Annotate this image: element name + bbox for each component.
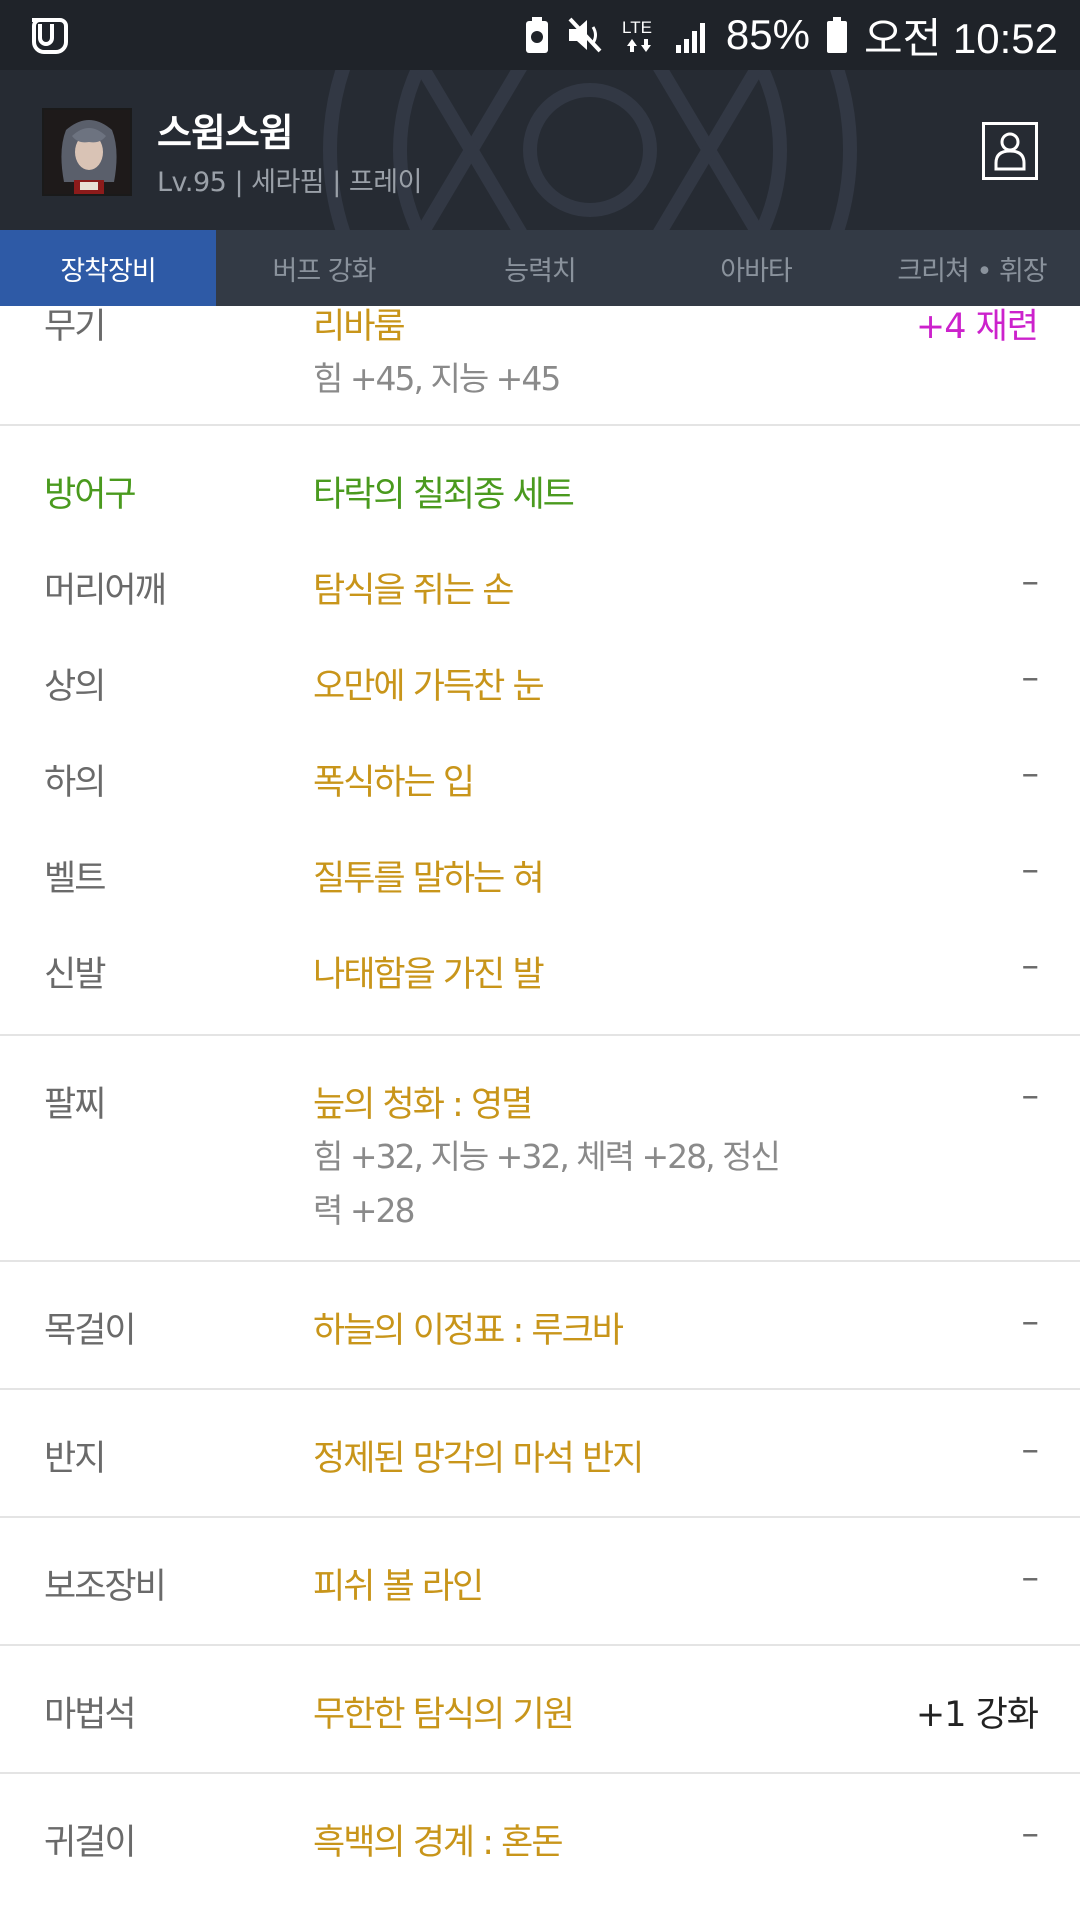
slot-label: 신발: [44, 955, 106, 995]
enhance-value: –: [1021, 658, 1039, 698]
item-name: 리바룸: [313, 307, 406, 347]
character-header: 스윔스윔 Lv.95 | 세라핌 | 프레이: [0, 70, 1080, 230]
list-item[interactable]: 마법석 무한한 탐식의 기원 +1 강화: [0, 1660, 1080, 1756]
battery-icon: [826, 15, 848, 55]
ring-section: 반지 정제된 망각의 마석 반지 –: [0, 1390, 1080, 1518]
slot-label: 팔찌: [44, 1085, 106, 1125]
refine-value: +4 재련: [915, 307, 1039, 347]
slot-label: 무기: [44, 307, 106, 347]
character-avatar: [42, 108, 132, 196]
item-name: 질투를 말하는 혀: [313, 859, 545, 899]
lte-icon: LTE: [620, 15, 658, 55]
profile-button[interactable]: [982, 122, 1038, 180]
item-name: 피쉬 볼 라인: [313, 1567, 484, 1607]
enhance-value: –: [1021, 946, 1039, 986]
list-item[interactable]: 신발 나태함을 가진 발 –: [0, 920, 1080, 1016]
tab-creature-emblem[interactable]: 크리쳐 • 휘장: [864, 230, 1080, 306]
list-item[interactable]: 벨트 질투를 말하는 혀 –: [0, 824, 1080, 920]
item-name: 나태함을 가진 발: [313, 955, 545, 995]
tab-equipment[interactable]: 장착장비: [0, 230, 216, 306]
set-name: 타락의 칠죄종 세트: [313, 475, 575, 515]
tab-stats[interactable]: 능력치: [432, 230, 648, 306]
signal-icon: [674, 15, 710, 55]
bracelet-section: 팔찌 늪의 청화 : 영멸 – 힘 +32, 지능 +32, 체력 +28, 정…: [0, 1036, 1080, 1262]
slot-label: 마법석: [44, 1695, 137, 1735]
slot-label: 머리어깨: [44, 571, 167, 611]
necklace-section: 목걸이 하늘의 이정표 : 루크바 –: [0, 1262, 1080, 1390]
item-name: 오만에 가득찬 눈: [313, 667, 545, 707]
character-name: 스윔스윔: [157, 111, 294, 155]
list-item[interactable]: 방어구 타락의 칠죄종 세트: [0, 440, 1080, 536]
enhance-value: –: [1021, 1302, 1039, 1342]
sub-equip-section: 보조장비 피쉬 볼 라인 –: [0, 1518, 1080, 1646]
slot-label: 하의: [44, 763, 106, 803]
item-name: 폭식하는 입: [313, 763, 475, 803]
enhance-value: –: [1021, 562, 1039, 602]
slot-label: 반지: [44, 1439, 106, 1479]
item-name: 탐식을 쥐는 손: [313, 571, 514, 611]
enhance-value: –: [1021, 850, 1039, 890]
enhance-value: –: [1021, 1558, 1039, 1598]
person-icon: [994, 132, 1026, 171]
slot-label: 목걸이: [44, 1311, 137, 1351]
slot-label: 보조장비: [44, 1567, 167, 1607]
weapon-section: 무기 리바룸 +4 재련 힘 +45, 지능 +45: [0, 306, 1080, 426]
recycle-battery-icon: [524, 15, 550, 55]
enhance-value: –: [1021, 1076, 1039, 1116]
list-item[interactable]: 귀걸이 흑백의 경계 : 혼돈 –: [0, 1788, 1080, 1884]
list-item[interactable]: 상의 오만에 가득찬 눈 –: [0, 632, 1080, 728]
tab-bar: 장착장비 버프 강화 능력치 아바타 크리쳐 • 휘장: [0, 230, 1080, 306]
item-name: 무한한 탐식의 기원: [313, 1695, 575, 1735]
tab-buff-enhance[interactable]: 버프 강화: [216, 230, 432, 306]
carrier-logo-icon: [32, 18, 68, 54]
battery-percent: 85%: [725, 11, 810, 58]
slot-label: 상의: [44, 667, 106, 707]
character-info: Lv.95 | 세라핌 | 프레이: [157, 167, 422, 198]
list-item[interactable]: 목걸이 하늘의 이정표 : 루크바 –: [0, 1276, 1080, 1372]
slot-label: 귀걸이: [44, 1823, 137, 1863]
list-item[interactable]: 머리어깨 탐식을 쥐는 손 –: [0, 536, 1080, 632]
mute-icon: [566, 15, 604, 55]
list-item[interactable]: 반지 정제된 망각의 마석 반지 –: [0, 1404, 1080, 1500]
svg-text:LTE: LTE: [622, 18, 652, 37]
item-name: 정제된 망각의 마석 반지: [313, 1439, 644, 1479]
magic-stone-section: 마법석 무한한 탐식의 기원 +1 강화: [0, 1646, 1080, 1774]
status-bar: LTE 85% 오전 10:52: [0, 0, 1080, 70]
item-name: 하늘의 이정표 : 루크바: [313, 1311, 624, 1351]
slot-label: 벨트: [44, 859, 106, 899]
enhance-value: +1 강화: [915, 1695, 1039, 1735]
item-stats: 힘 +32, 지능 +32, 체력 +28, 정신력 +28: [313, 1137, 781, 1230]
list-item[interactable]: 보조장비 피쉬 볼 라인 –: [0, 1532, 1080, 1628]
enhance-value: –: [1021, 1430, 1039, 1470]
enhance-value: –: [1021, 754, 1039, 794]
equipment-list[interactable]: 무기 리바룸 +4 재련 힘 +45, 지능 +45 방어구 타락의 칠죄종 세…: [0, 306, 1080, 1920]
item-name: 늪의 청화 : 영멸: [313, 1085, 533, 1125]
armor-section: 방어구 타락의 칠죄종 세트 머리어깨 탐식을 쥐는 손 – 상의 오만에 가득…: [0, 426, 1080, 1036]
list-item[interactable]: 하의 폭식하는 입 –: [0, 728, 1080, 824]
item-name: 흑백의 경계 : 혼돈: [313, 1823, 564, 1863]
clock: 오전 10:52: [863, 14, 1058, 62]
slot-label: 방어구: [44, 475, 137, 515]
earring-section: 귀걸이 흑백의 경계 : 혼돈 –: [0, 1774, 1080, 1900]
item-stats: 힘 +45, 지능 +45: [313, 359, 561, 398]
enhance-value: –: [1021, 1814, 1039, 1854]
tab-avatar[interactable]: 아바타: [648, 230, 864, 306]
